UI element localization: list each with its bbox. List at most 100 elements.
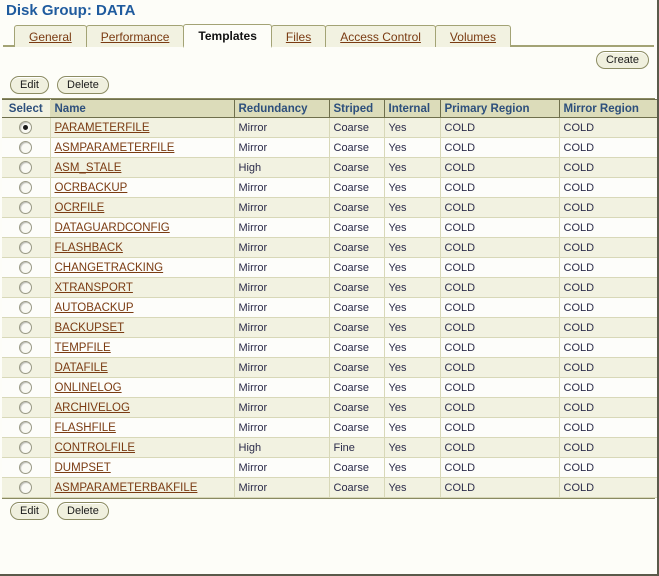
edit-button-bottom[interactable]: Edit bbox=[10, 502, 49, 520]
radio-button[interactable] bbox=[19, 301, 32, 314]
table-row[interactable]: OCRBACKUPMirrorCoarseYesCOLDCOLD bbox=[2, 178, 657, 198]
radio-button[interactable] bbox=[19, 161, 32, 174]
row-select-cell[interactable] bbox=[2, 238, 50, 258]
row-select-cell[interactable] bbox=[2, 338, 50, 358]
table-row[interactable]: DATAGUARDCONFIGMirrorCoarseYesCOLDCOLD bbox=[2, 218, 657, 238]
row-select-cell[interactable] bbox=[2, 478, 50, 498]
template-name-link[interactable]: ASM_STALE bbox=[55, 162, 122, 174]
table-row[interactable]: TEMPFILEMirrorCoarseYesCOLDCOLD bbox=[2, 338, 657, 358]
template-name-link[interactable]: FLASHBACK bbox=[55, 242, 123, 254]
row-select-cell[interactable] bbox=[2, 438, 50, 458]
row-select-cell[interactable] bbox=[2, 258, 50, 278]
radio-button[interactable] bbox=[19, 261, 32, 274]
radio-button[interactable] bbox=[19, 281, 32, 294]
create-button[interactable]: Create bbox=[596, 51, 649, 69]
row-select-cell[interactable] bbox=[2, 278, 50, 298]
radio-button[interactable] bbox=[19, 241, 32, 254]
template-name-link[interactable]: TEMPFILE bbox=[55, 342, 111, 354]
cell-internal: Yes bbox=[384, 358, 440, 378]
template-name-link[interactable]: ARCHIVELOG bbox=[55, 402, 130, 414]
edit-button-top[interactable]: Edit bbox=[10, 76, 49, 94]
delete-button-bottom[interactable]: Delete bbox=[57, 502, 109, 520]
table-row[interactable]: CONTROLFILEHighFineYesCOLDCOLD bbox=[2, 438, 657, 458]
cell-striped: Coarse bbox=[329, 418, 384, 438]
table-row[interactable]: XTRANSPORTMirrorCoarseYesCOLDCOLD bbox=[2, 278, 657, 298]
radio-button[interactable] bbox=[19, 321, 32, 334]
radio-button[interactable] bbox=[19, 341, 32, 354]
table-row[interactable]: OCRFILEMirrorCoarseYesCOLDCOLD bbox=[2, 198, 657, 218]
template-name-link[interactable]: XTRANSPORT bbox=[55, 282, 133, 294]
radio-button[interactable] bbox=[19, 221, 32, 234]
template-name-link[interactable]: BACKUPSET bbox=[55, 322, 125, 334]
table-row[interactable]: ASMPARAMETERFILEMirrorCoarseYesCOLDCOLD bbox=[2, 138, 657, 158]
radio-button[interactable] bbox=[19, 421, 32, 434]
template-name-link[interactable]: DATAGUARDCONFIG bbox=[55, 222, 170, 234]
table-row[interactable]: AUTOBACKUPMirrorCoarseYesCOLDCOLD bbox=[2, 298, 657, 318]
tab-volumes[interactable]: Volumes bbox=[435, 25, 511, 47]
radio-button[interactable] bbox=[19, 121, 32, 134]
row-select-cell[interactable] bbox=[2, 138, 50, 158]
cell-mirror-region: COLD bbox=[559, 398, 657, 418]
radio-button[interactable] bbox=[19, 141, 32, 154]
table-row[interactable]: ARCHIVELOGMirrorCoarseYesCOLDCOLD bbox=[2, 398, 657, 418]
cell-redundancy: Mirror bbox=[234, 138, 329, 158]
delete-button-top[interactable]: Delete bbox=[57, 76, 109, 94]
table-row[interactable]: DATAFILEMirrorCoarseYesCOLDCOLD bbox=[2, 358, 657, 378]
row-select-cell[interactable] bbox=[2, 198, 50, 218]
cell-striped: Coarse bbox=[329, 138, 384, 158]
row-select-cell[interactable] bbox=[2, 378, 50, 398]
template-name-link[interactable]: DUMPSET bbox=[55, 462, 111, 474]
template-name-link[interactable]: AUTOBACKUP bbox=[55, 302, 134, 314]
table-row[interactable]: ONLINELOGMirrorCoarseYesCOLDCOLD bbox=[2, 378, 657, 398]
cell-mirror-region: COLD bbox=[559, 318, 657, 338]
tab-label[interactable]: Access Control bbox=[340, 30, 421, 44]
radio-button[interactable] bbox=[19, 401, 32, 414]
row-select-cell[interactable] bbox=[2, 358, 50, 378]
table-row[interactable]: FLASHFILEMirrorCoarseYesCOLDCOLD bbox=[2, 418, 657, 438]
radio-button[interactable] bbox=[19, 441, 32, 454]
tab-performance[interactable]: Performance bbox=[86, 25, 185, 47]
row-select-cell[interactable] bbox=[2, 218, 50, 238]
radio-button[interactable] bbox=[19, 361, 32, 374]
table-row[interactable]: ASM_STALEHighCoarseYesCOLDCOLD bbox=[2, 158, 657, 178]
template-name-link[interactable]: OCRFILE bbox=[55, 202, 105, 214]
template-name-link[interactable]: CONTROLFILE bbox=[55, 442, 136, 454]
row-select-cell[interactable] bbox=[2, 178, 50, 198]
template-name-link[interactable]: CHANGETRACKING bbox=[55, 262, 164, 274]
radio-button[interactable] bbox=[19, 181, 32, 194]
row-select-cell[interactable] bbox=[2, 298, 50, 318]
radio-button[interactable] bbox=[19, 381, 32, 394]
tab-label[interactable]: General bbox=[29, 30, 72, 44]
tab-files[interactable]: Files bbox=[271, 25, 326, 47]
row-select-cell[interactable] bbox=[2, 458, 50, 478]
template-name-link[interactable]: ASMPARAMETERBAKFILE bbox=[55, 482, 198, 494]
tab-label[interactable]: Performance bbox=[101, 30, 170, 44]
radio-button[interactable] bbox=[19, 461, 32, 474]
table-row[interactable]: CHANGETRACKINGMirrorCoarseYesCOLDCOLD bbox=[2, 258, 657, 278]
row-select-cell[interactable] bbox=[2, 158, 50, 178]
cell-mirror-region: COLD bbox=[559, 298, 657, 318]
table-row[interactable]: PARAMETERFILEMirrorCoarseYesCOLDCOLD bbox=[2, 118, 657, 138]
tab-access-control[interactable]: Access Control bbox=[325, 25, 436, 47]
row-select-cell[interactable] bbox=[2, 398, 50, 418]
template-name-link[interactable]: ONLINELOG bbox=[55, 382, 122, 394]
template-name-link[interactable]: ASMPARAMETERFILE bbox=[55, 142, 175, 154]
tab-templates[interactable]: Templates bbox=[183, 24, 271, 48]
tab-general[interactable]: General bbox=[14, 25, 87, 47]
radio-button[interactable] bbox=[19, 201, 32, 214]
template-name-link[interactable]: OCRBACKUP bbox=[55, 182, 128, 194]
template-name-link[interactable]: PARAMETERFILE bbox=[55, 122, 150, 134]
table-row[interactable]: ASMPARAMETERBAKFILEMirrorCoarseYesCOLDCO… bbox=[2, 478, 657, 498]
cell-redundancy: Mirror bbox=[234, 238, 329, 258]
tab-label[interactable]: Files bbox=[286, 30, 311, 44]
template-name-link[interactable]: DATAFILE bbox=[55, 362, 108, 374]
radio-button[interactable] bbox=[19, 481, 32, 494]
template-name-link[interactable]: FLASHFILE bbox=[55, 422, 116, 434]
table-row[interactable]: BACKUPSETMirrorCoarseYesCOLDCOLD bbox=[2, 318, 657, 338]
table-row[interactable]: FLASHBACKMirrorCoarseYesCOLDCOLD bbox=[2, 238, 657, 258]
row-select-cell[interactable] bbox=[2, 418, 50, 438]
tab-label[interactable]: Volumes bbox=[450, 30, 496, 44]
row-select-cell[interactable] bbox=[2, 318, 50, 338]
row-select-cell[interactable] bbox=[2, 118, 50, 138]
table-row[interactable]: DUMPSETMirrorCoarseYesCOLDCOLD bbox=[2, 458, 657, 478]
